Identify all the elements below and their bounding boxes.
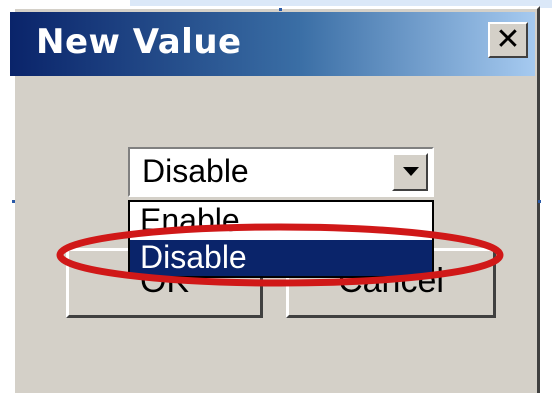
dialog-titlebar[interactable]: New Value ✕ — [10, 12, 535, 76]
window-edge-mark — [538, 200, 541, 203]
dropdown-option-disable[interactable]: Disable — [130, 240, 432, 276]
close-icon: ✕ — [495, 22, 521, 57]
close-button[interactable]: ✕ — [488, 22, 528, 58]
combobox-selected-value: Disable — [142, 153, 249, 189]
dialog-title: New Value — [36, 22, 242, 62]
dropdown-option-enable[interactable]: Enable — [130, 203, 432, 239]
chevron-down-icon — [403, 167, 419, 176]
combobox-dropdown-button[interactable] — [392, 153, 428, 191]
value-combobox[interactable]: Disable — [128, 147, 434, 197]
dropdown-list: Enable Disable — [128, 200, 434, 278]
window-edge-mark — [279, 8, 282, 11]
window-edge-mark — [12, 200, 15, 203]
screenshot-stage: New Value ✕ OK Cancel Disable Enable Dis… — [0, 0, 552, 393]
